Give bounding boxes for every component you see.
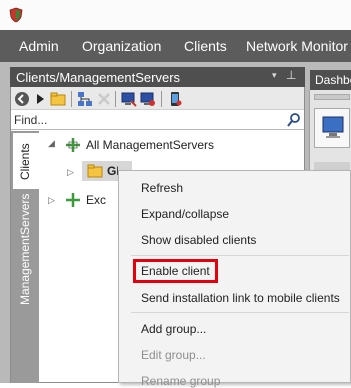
toolbar-separator [115,91,116,107]
find-input[interactable] [14,112,274,128]
panel-pin-icon[interactable]: ⊥ [286,68,296,82]
search-icon[interactable] [287,112,301,128]
menu-bar: Admin Organization Clients Network Monit… [0,30,351,62]
menu-separator [131,312,349,313]
menu-item-add-group[interactable]: Add group... [141,322,206,336]
expand-arrow-icon[interactable]: ▷ [67,167,74,178]
app-shield-icon [9,7,23,23]
tree-item-all-management-servers[interactable]: All ManagementServers [86,138,214,152]
back-icon[interactable] [14,91,30,107]
computer-add-icon[interactable] [121,91,137,107]
menu-network-monitor[interactable]: Network Monitor [246,30,348,62]
network-group-icon [66,138,80,152]
toolbar-separator [161,91,162,107]
tab-management-servers-label: ManagementServers [18,193,32,305]
computer-remove-icon[interactable] [140,91,156,107]
toolbar-separator [71,91,72,107]
folder-icon [87,164,103,178]
play-icon[interactable] [32,91,48,107]
panel-dropdown-icon[interactable]: ▾ [272,70,277,81]
mobile-device-icon[interactable] [167,91,183,107]
menu-item-enable-client[interactable]: Enable client [141,264,210,278]
panel-toolbar [11,87,304,110]
tree-item-exchange[interactable]: Exc [86,193,106,207]
menu-item-edit-group[interactable]: Edit group... [141,348,206,362]
delete-icon[interactable] [96,91,112,107]
menu-separator [131,255,349,256]
expand-arrow-icon[interactable]: ▷ [48,195,55,206]
tab-management-servers[interactable]: ManagementServers [13,194,39,308]
tree-item-gdata-test[interactable]: GDATATest [107,164,118,178]
tab-dashboard-label: Dashbo [315,73,351,87]
tab-clients[interactable]: Clients [13,133,39,189]
network-icon[interactable] [77,91,93,107]
computer-icon [322,116,344,138]
panel-title: Clients/ManagementServers [16,70,181,85]
menu-item-expand-collapse[interactable]: Expand/collapse [141,207,229,221]
menu-item-show-disabled-clients[interactable]: Show disabled clients [141,233,256,247]
menu-item-rename-group[interactable]: Rename group [141,374,220,388]
dashboard-widget[interactable] [314,108,350,148]
collapse-arrow-icon[interactable]: ◢ [48,138,55,149]
context-menu: Refresh Expand/collapse Show disabled cl… [118,170,351,388]
menu-organization[interactable]: Organization [82,30,161,62]
dashboard-scrollbar[interactable] [314,94,350,100]
menu-admin[interactable]: Admin [19,30,59,62]
find-bar [11,111,304,130]
tab-dashboard[interactable]: Dashbo [310,70,351,90]
title-bar [0,0,351,30]
menu-item-send-installation-link[interactable]: Send installation link to mobile clients [141,291,340,305]
menu-item-refresh[interactable]: Refresh [141,181,183,195]
tab-clients-label: Clients [18,143,32,180]
network-group-icon [66,193,80,207]
folder-icon[interactable] [50,91,66,107]
menu-clients[interactable]: Clients [184,30,227,62]
panel-header: Clients/ManagementServers ▾ ⊥ [10,67,305,87]
